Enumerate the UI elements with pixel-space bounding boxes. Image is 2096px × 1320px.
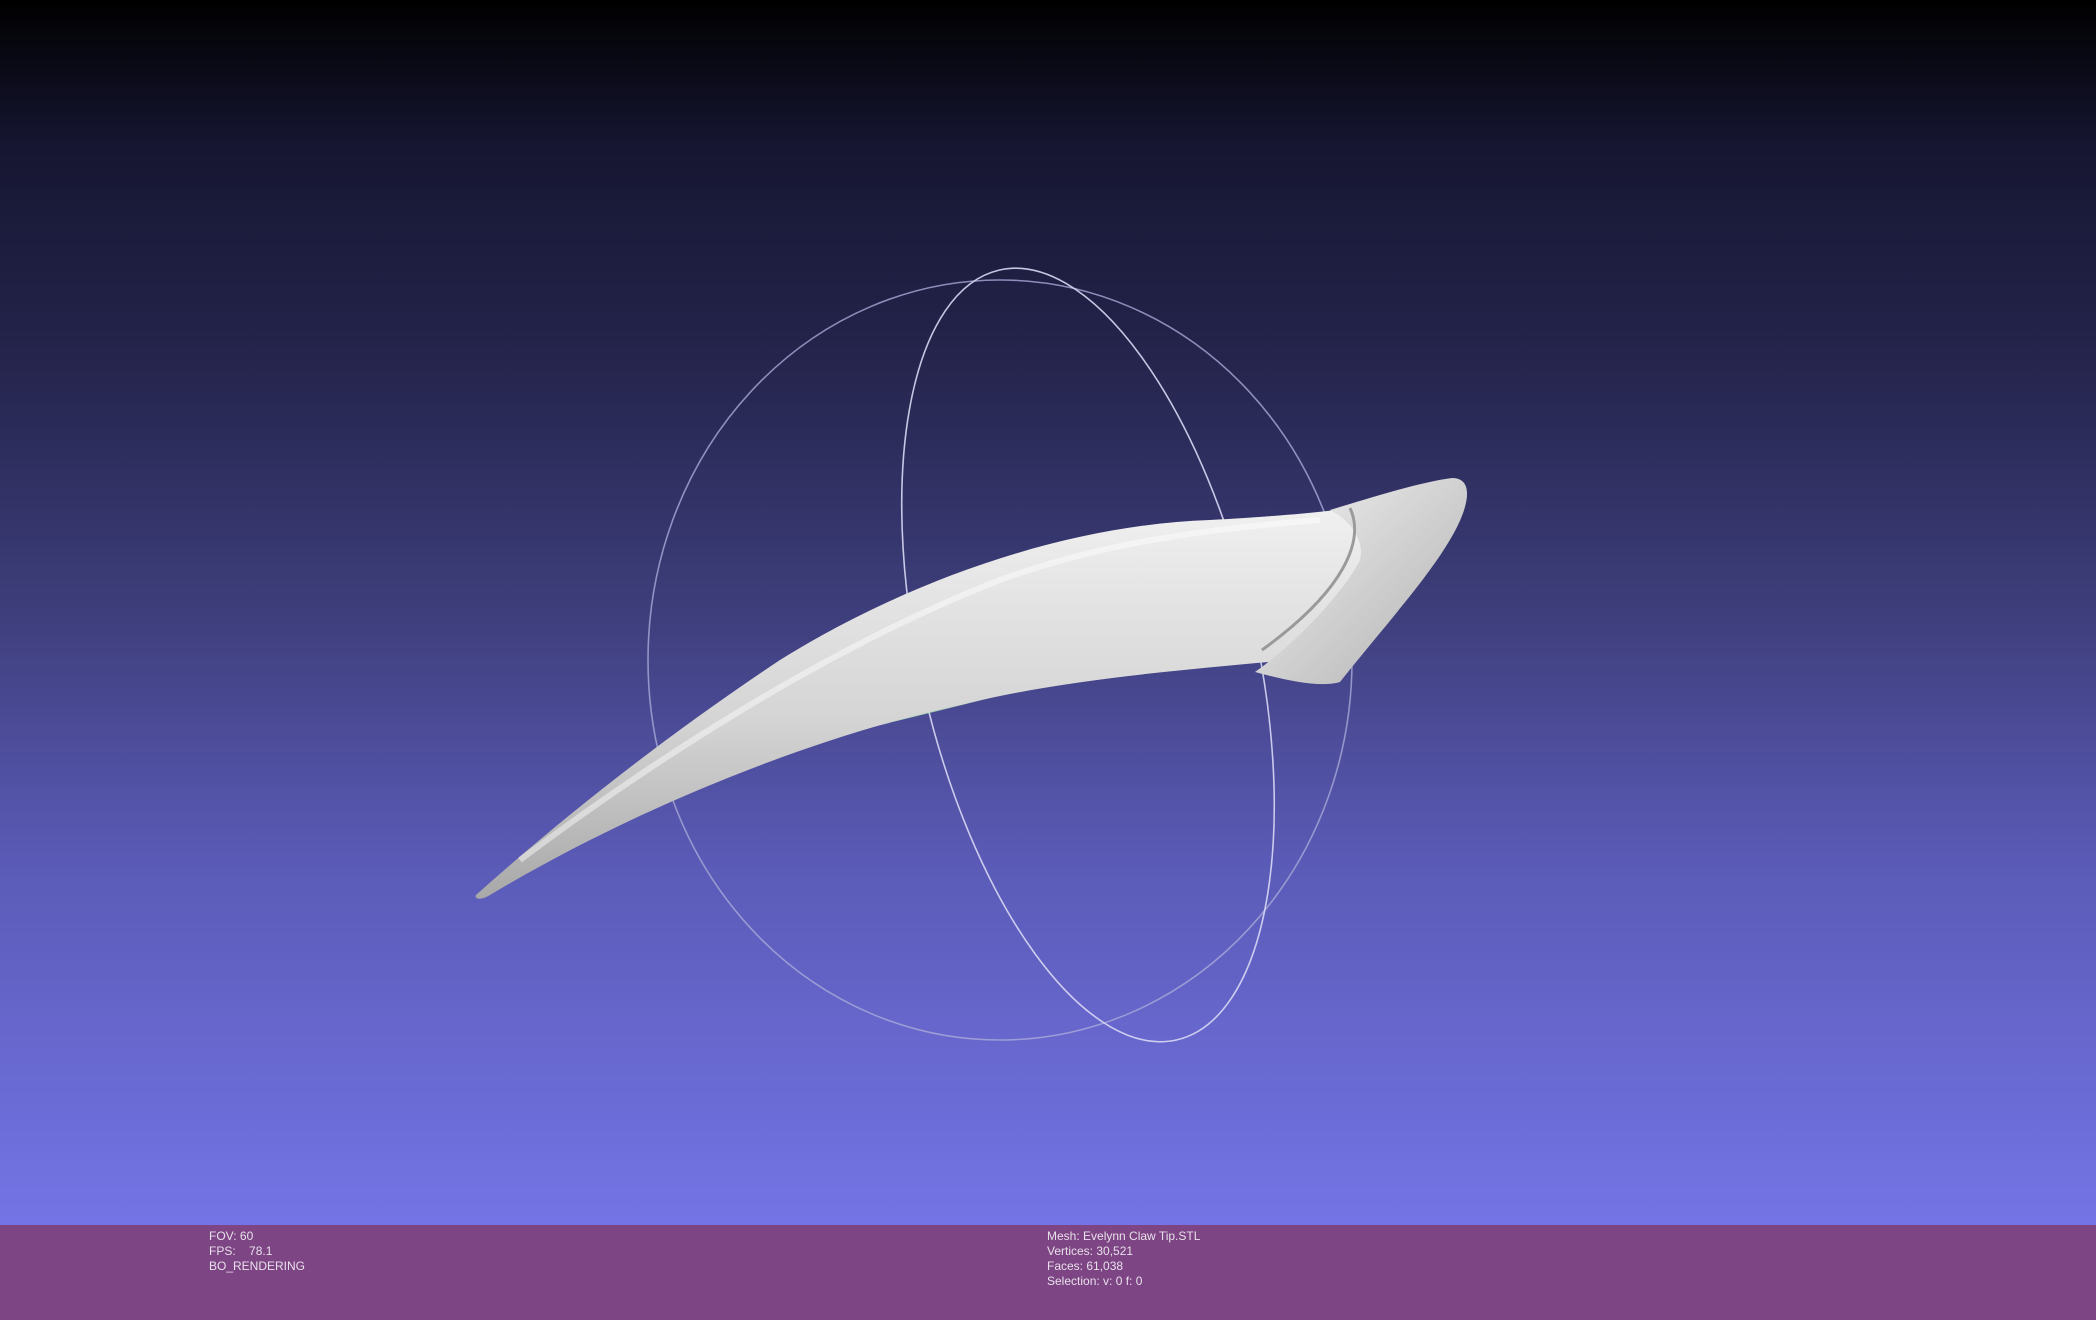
mesh-info: Mesh: Evelynn Claw Tip.STL Vertices: 30,…	[1047, 1229, 1200, 1289]
mesh-name: Mesh: Evelynn Claw Tip.STL	[1047, 1229, 1201, 1243]
status-bar: FOV: 60 FPS: 78.1 BO_RENDERING Mesh: Eve…	[0, 1225, 2096, 1320]
claw-body	[475, 506, 1378, 899]
claw-mesh[interactable]	[475, 478, 1468, 899]
face-count: Faces: 61,038	[1047, 1259, 1124, 1273]
vertex-count: Vertices: 30,521	[1047, 1244, 1134, 1258]
3d-viewport[interactable]	[0, 0, 2096, 1225]
fps-label: FPS:	[209, 1244, 236, 1258]
selection-readout: Selection: v: 0 f: 0	[1047, 1274, 1143, 1288]
fov-readout: FOV: 60	[209, 1229, 254, 1243]
fps-readout: FPS: 78.1	[209, 1244, 305, 1259]
fps-value: 78.1	[249, 1244, 273, 1258]
render-info: FOV: 60 FPS: 78.1 BO_RENDERING	[209, 1229, 305, 1274]
render-mode-readout: BO_RENDERING	[209, 1259, 306, 1273]
scene-canvas	[475, 267, 1468, 1043]
